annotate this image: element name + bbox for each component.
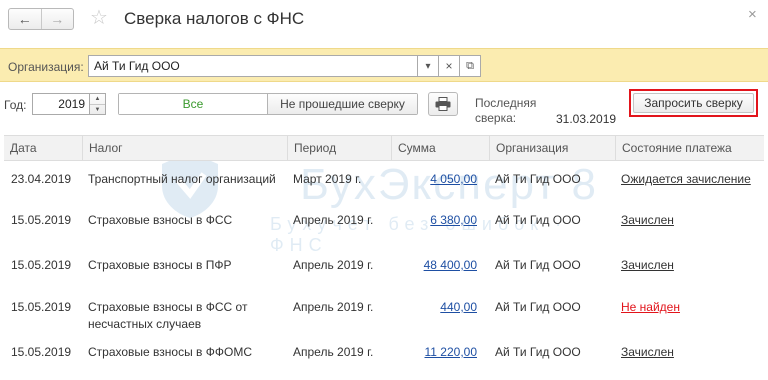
organization-cell: Ай Ти Гид ООО <box>495 172 581 186</box>
date-cell: 15.05.2019 <box>11 300 72 314</box>
open-icon: ⧉ <box>466 59 474 72</box>
filter-failed-button[interactable]: Не прошедшие сверку <box>267 94 417 114</box>
dropdown-button[interactable]: ▾ <box>418 55 439 77</box>
spin-up-icon[interactable]: ▲ <box>90 94 105 104</box>
back-button[interactable]: ← <box>9 9 41 29</box>
filter-switch: Все Не прошедшие сверку <box>118 93 418 115</box>
filter-all-button[interactable]: Все <box>119 94 267 114</box>
year-label: Год: <box>4 98 27 112</box>
request-check-highlight: Запросить сверку <box>629 89 758 117</box>
print-button[interactable] <box>428 92 458 116</box>
tax-line-1: Страховые взносы в ФСС от <box>88 300 248 314</box>
clear-icon: × <box>445 59 453 73</box>
organization-field[interactable]: Ай Ти Гид ООО <box>88 55 418 77</box>
tax-cell: Транспортный налог организаций <box>88 172 276 186</box>
tax-cell: Страховые взносы в ФСС <box>88 213 233 227</box>
printer-icon <box>435 97 451 111</box>
column-header-period[interactable]: Период <box>287 136 391 160</box>
date-cell: 15.05.2019 <box>11 213 72 227</box>
period-cell: Март 2019 г. <box>293 172 362 186</box>
tax-cell: Страховые взносы в ФФОМС <box>88 345 253 359</box>
close-icon[interactable]: × <box>748 6 757 23</box>
organization-bar: Организация: Ай Ти Гид ООО ▾ × ⧉ <box>0 48 768 82</box>
tax-cell: Страховые взносы в ПФР <box>88 258 232 272</box>
last-check-label: Последняя сверка: <box>475 96 537 125</box>
date-cell: 15.05.2019 <box>11 345 72 359</box>
chevron-down-icon: ▾ <box>425 60 431 72</box>
organization-label: Организация: <box>8 60 84 74</box>
column-header-sum[interactable]: Сумма <box>391 136 489 160</box>
open-button[interactable]: ⧉ <box>460 55 481 77</box>
status-link[interactable]: Не найден <box>621 300 680 315</box>
tax-line-2: несчастных случаев <box>88 317 202 331</box>
arrow-left-icon: ← <box>17 11 32 27</box>
date-cell: 15.05.2019 <box>11 258 72 272</box>
organization-cell: Ай Ти Гид ООО <box>495 300 581 314</box>
organization-cell: Ай Ти Гид ООО <box>495 258 581 272</box>
sum-link[interactable]: 4 050,00 <box>389 172 477 187</box>
status-link[interactable]: Зачислен <box>621 258 674 273</box>
period-cell: Апрель 2019 г. <box>293 300 374 314</box>
sum-link[interactable]: 48 400,00 <box>389 258 477 273</box>
status-link[interactable]: Зачислен <box>621 213 674 228</box>
last-check-date: 31.03.2019 <box>556 112 617 126</box>
forward-button[interactable]: → <box>40 9 74 29</box>
arrow-right-icon: → <box>50 11 65 27</box>
year-stepper[interactable]: ▲ ▼ <box>90 93 106 115</box>
page-title: Сверка налогов с ФНС <box>124 9 305 28</box>
period-cell: Апрель 2019 г. <box>293 258 374 272</box>
nav-buttons: ← → <box>8 8 74 30</box>
column-header-date[interactable]: Дата <box>4 136 82 160</box>
organization-cell: Ай Ти Гид ООО <box>495 345 581 359</box>
period-cell: Апрель 2019 г. <box>293 345 374 359</box>
column-header-organization[interactable]: Организация <box>489 136 615 160</box>
column-header-tax[interactable]: Налог <box>82 136 287 160</box>
status-link[interactable]: Ожидается зачисление <box>621 172 751 187</box>
year-input[interactable]: 2019 <box>32 93 90 115</box>
title-bar: ← → ☆ Сверка налогов с ФНС × <box>0 0 768 40</box>
spin-down-icon[interactable]: ▼ <box>90 104 105 115</box>
tax-cell: Страховые взносы в ФСС от несчастных слу… <box>88 300 288 332</box>
sum-link[interactable]: 6 380,00 <box>389 213 477 228</box>
star-icon[interactable]: ☆ <box>90 6 108 30</box>
table-header: Дата Налог Период Сумма Организация Сост… <box>4 135 764 161</box>
organization-cell: Ай Ти Гид ООО <box>495 213 581 227</box>
request-check-button[interactable]: Запросить сверку <box>633 93 754 113</box>
column-header-status[interactable]: Состояние платежа <box>615 136 764 160</box>
period-cell: Апрель 2019 г. <box>293 213 374 227</box>
status-link[interactable]: Зачислен <box>621 345 674 360</box>
date-cell: 23.04.2019 <box>11 172 72 186</box>
clear-button[interactable]: × <box>439 55 460 77</box>
sum-link[interactable]: 11 220,00 <box>389 345 478 360</box>
sum-link[interactable]: 440,00 <box>389 300 477 315</box>
